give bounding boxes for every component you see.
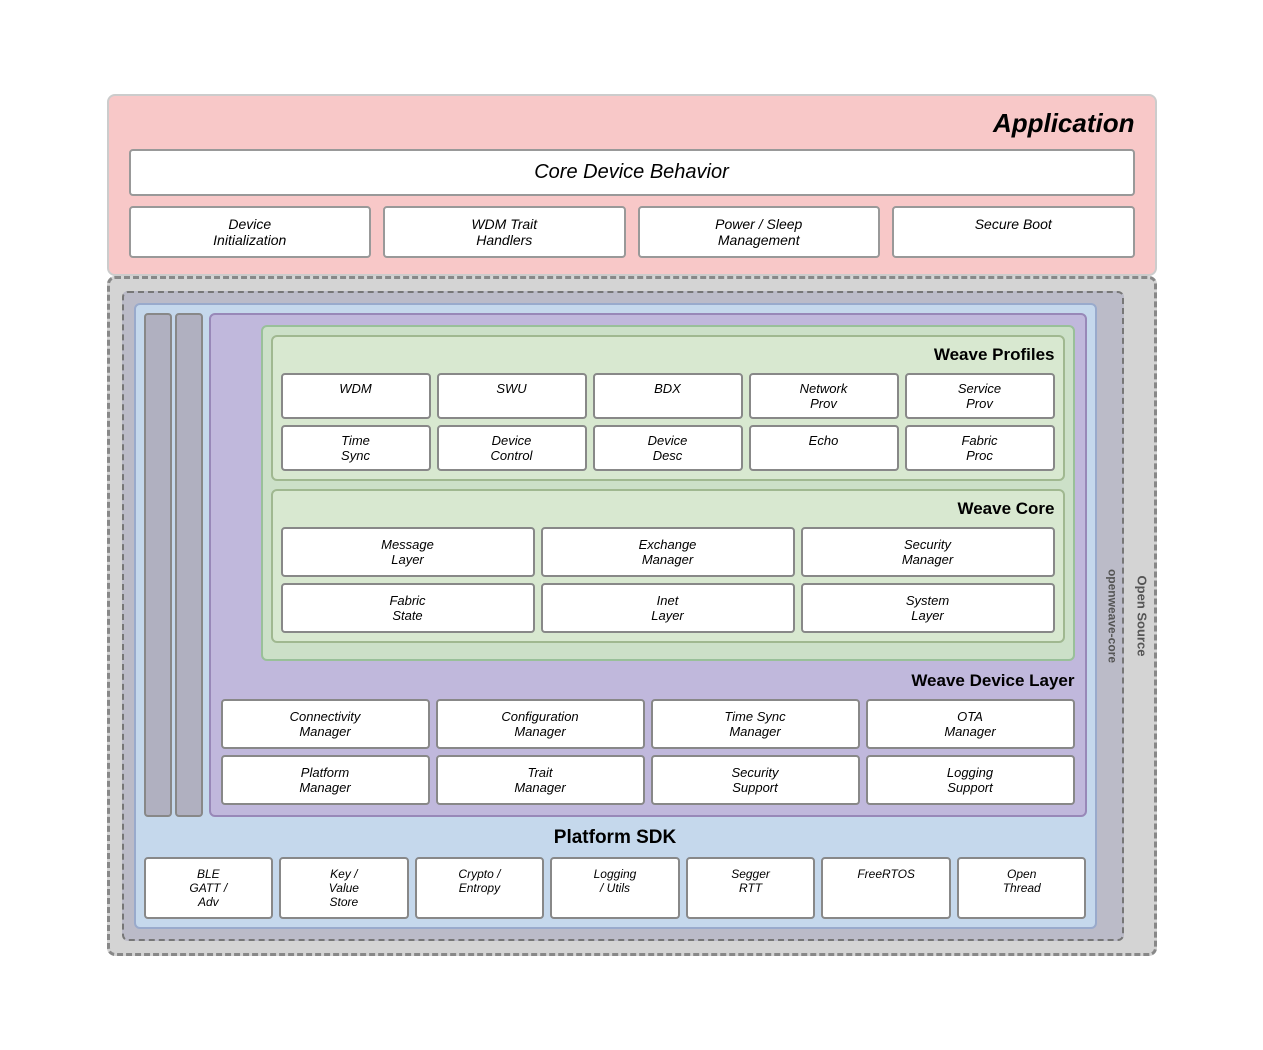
profile-bdx: BDX xyxy=(593,373,743,419)
application-title: Application xyxy=(129,108,1135,139)
device-connectivity-manager: ConnectivityManager xyxy=(221,699,430,749)
sdk-logging-utils: Logging/ Utils xyxy=(550,857,680,919)
core-security-manager: SecurityManager xyxy=(801,527,1055,577)
core-inet-layer: InetLayer xyxy=(541,583,795,633)
openweave-core-container: openweave-core xyxy=(122,291,1124,941)
sdk-segger-rtt: SeggerRTT xyxy=(686,857,816,919)
weave-device-layer-title: Weave Device Layer xyxy=(221,671,1075,691)
device-ota-manager: OTAManager xyxy=(866,699,1075,749)
application-layer: Application Core Device Behavior DeviceI… xyxy=(107,94,1157,276)
core-device-behavior: Core Device Behavior xyxy=(129,149,1135,196)
profile-device-control: DeviceControl xyxy=(437,425,587,471)
core-exchange-manager: ExchangeManager xyxy=(541,527,795,577)
sdk-crypto-entropy: Crypto /Entropy xyxy=(415,857,545,919)
profile-service-prov: ServiceProv xyxy=(905,373,1055,419)
profile-time-sync: TimeSync xyxy=(281,425,431,471)
green-content-area: Weave Profiles WDM SWU BDX NetworkProv S… xyxy=(261,325,1075,661)
indent-strip-1 xyxy=(144,313,172,817)
device-trait-manager: TraitManager xyxy=(436,755,645,805)
right-content: Weave Profiles WDM SWU BDX NetworkProv S… xyxy=(209,313,1087,817)
weave-profiles-section: Weave Profiles WDM SWU BDX NetworkProv S… xyxy=(271,335,1065,481)
profile-device-desc: DeviceDesc xyxy=(593,425,743,471)
indent-strips xyxy=(144,313,203,817)
weave-profiles-title: Weave Profiles xyxy=(281,345,1055,365)
secure-boot-box: Secure Boot xyxy=(892,206,1135,258)
power-sleep-management-box: Power / SleepManagement xyxy=(638,206,881,258)
platform-sdk-title: Platform SDK xyxy=(144,827,1087,849)
profile-wdm: WDM xyxy=(281,373,431,419)
weave-core-section: Weave Core MessageLayer ExchangeManager … xyxy=(271,489,1065,643)
profile-network-prov: NetworkProv xyxy=(749,373,899,419)
sdk-freertos: FreeRTOS xyxy=(821,857,951,919)
wdm-trait-handlers-box: WDM TraitHandlers xyxy=(383,206,626,258)
platform-sdk-grid: BLEGATT /Adv Key /ValueStore Crypto /Ent… xyxy=(144,857,1087,919)
sdk-ble-gatt: BLEGATT /Adv xyxy=(144,857,274,919)
core-message-layer: MessageLayer xyxy=(281,527,535,577)
sdk-key-value-store: Key /ValueStore xyxy=(279,857,409,919)
core-system-layer: SystemLayer xyxy=(801,583,1055,633)
device-initialization-box: DeviceInitialization xyxy=(129,206,372,258)
sdk-open-thread: OpenThread xyxy=(957,857,1087,919)
profile-swu: SWU xyxy=(437,373,587,419)
blue-layer: Weave Profiles WDM SWU BDX NetworkProv S… xyxy=(134,303,1097,929)
device-time-sync-manager: Time SyncManager xyxy=(651,699,860,749)
weave-device-grid: ConnectivityManager ConfigurationManager… xyxy=(221,699,1075,805)
content-with-indent: Weave Profiles WDM SWU BDX NetworkProv S… xyxy=(144,313,1087,817)
weave-core-grid: MessageLayer ExchangeManager SecurityMan… xyxy=(281,527,1055,633)
app-sub-boxes: DeviceInitialization WDM TraitHandlers P… xyxy=(129,206,1135,258)
open-source-container: Open Source openweave-core xyxy=(107,276,1157,956)
device-configuration-manager: ConfigurationManager xyxy=(436,699,645,749)
profile-fabric-proc: FabricProc xyxy=(905,425,1055,471)
weave-device-layer-section: Weave Device Layer ConnectivityManager C… xyxy=(221,671,1075,805)
purple-mid-layer: Weave Profiles WDM SWU BDX NetworkProv S… xyxy=(209,313,1087,817)
platform-sdk-section: Platform SDK BLEGATT /Adv Key /ValueStor… xyxy=(144,827,1087,919)
openweave-core-label: openweave-core xyxy=(1106,569,1120,663)
indent-strip-2 xyxy=(175,313,203,817)
core-fabric-state: FabricState xyxy=(281,583,535,633)
open-source-label: Open Source xyxy=(1135,576,1150,657)
device-platform-manager: PlatformManager xyxy=(221,755,430,805)
weave-profiles-grid: WDM SWU BDX NetworkProv ServiceProv Time… xyxy=(281,373,1055,471)
device-security-support: SecuritySupport xyxy=(651,755,860,805)
device-logging-support: LoggingSupport xyxy=(866,755,1075,805)
weave-core-title: Weave Core xyxy=(281,499,1055,519)
profile-echo: Echo xyxy=(749,425,899,471)
